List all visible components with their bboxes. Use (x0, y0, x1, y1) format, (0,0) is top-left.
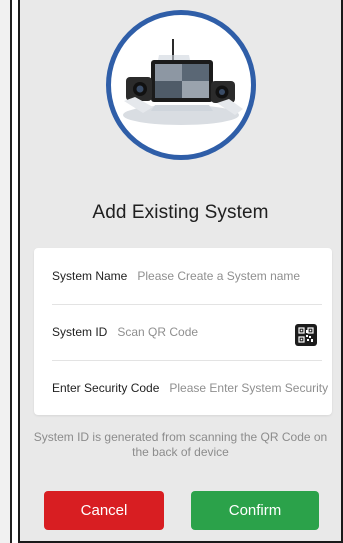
security-code-label: Enter Security Code (52, 380, 160, 395)
page-title: Add Existing System (92, 202, 269, 223)
confirm-button[interactable]: Confirm (191, 491, 319, 530)
device-image (106, 10, 256, 160)
system-form-card: System Name System ID (34, 248, 332, 415)
system-id-row: System ID (34, 304, 332, 360)
camera-system-illustration (123, 39, 243, 125)
security-code-input[interactable] (169, 380, 332, 395)
system-name-input[interactable] (137, 269, 332, 283)
system-id-label: System ID (52, 325, 108, 339)
helper-text: System ID is generated from scanning the… (33, 430, 328, 459)
system-name-label: System Name (52, 269, 128, 283)
qr-code-icon[interactable] (295, 324, 317, 346)
add-system-screen: Add Existing System System Name System I… (18, 0, 343, 543)
system-name-row: System Name (34, 248, 332, 304)
background-app-edge (0, 0, 12, 543)
cancel-button[interactable]: Cancel (44, 491, 164, 530)
security-code-row: Enter Security Code (34, 360, 332, 415)
